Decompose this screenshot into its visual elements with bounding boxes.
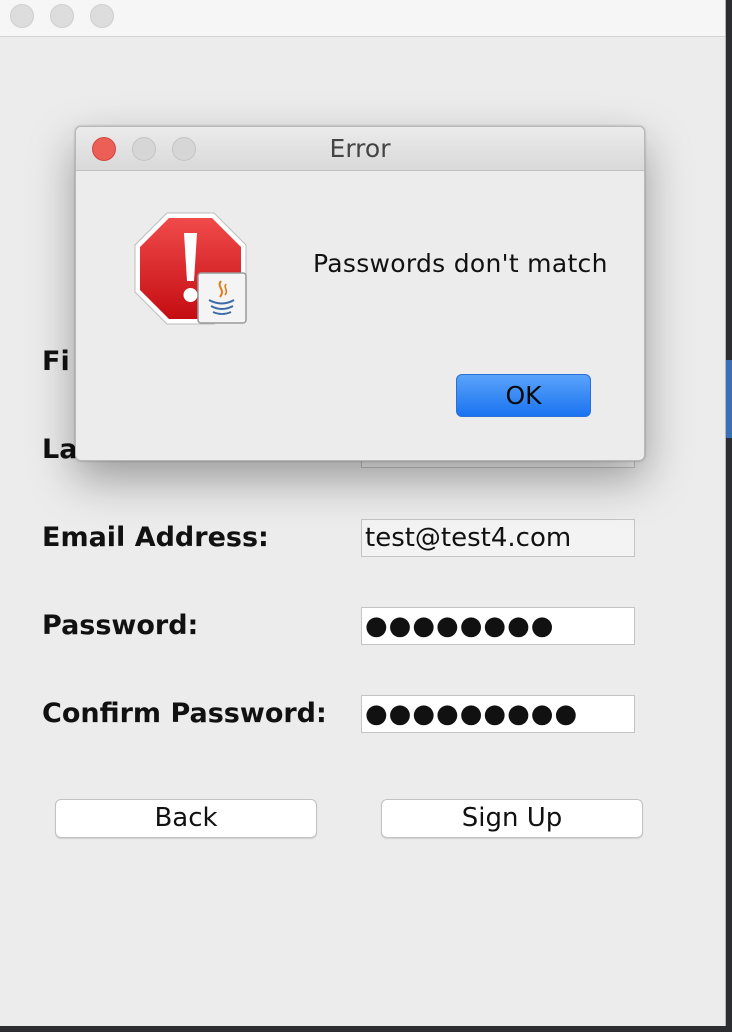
confirm-password-label: Confirm Password: <box>42 698 327 729</box>
error-message: Passwords don't match <box>313 249 608 278</box>
background-accent-strip <box>726 360 732 438</box>
window-titlebar <box>0 0 725 37</box>
confirm-password-field[interactable]: ●●●●●●●●● <box>361 695 635 733</box>
password-label: Password: <box>42 610 199 641</box>
ok-button[interactable]: OK <box>456 374 591 417</box>
error-icon <box>134 212 247 325</box>
email-field[interactable]: test@test4.com <box>361 519 635 557</box>
email-label: Email Address: <box>42 522 269 553</box>
last-name-label: La <box>42 434 78 465</box>
first-name-label: Fi <box>42 346 70 377</box>
dialog-titlebar: Error <box>76 127 644 171</box>
minimize-window-button[interactable] <box>50 4 74 28</box>
close-window-button[interactable] <box>10 4 34 28</box>
dialog-title: Error <box>329 134 391 163</box>
zoom-window-button[interactable] <box>90 4 114 28</box>
background-window-edge <box>726 0 732 1032</box>
error-dialog: Error Passwords don't match OK <box>75 126 645 461</box>
sign-up-button[interactable]: Sign Up <box>381 799 643 838</box>
back-button[interactable]: Back <box>55 799 317 838</box>
password-field[interactable]: ●●●●●●●● <box>361 607 635 645</box>
